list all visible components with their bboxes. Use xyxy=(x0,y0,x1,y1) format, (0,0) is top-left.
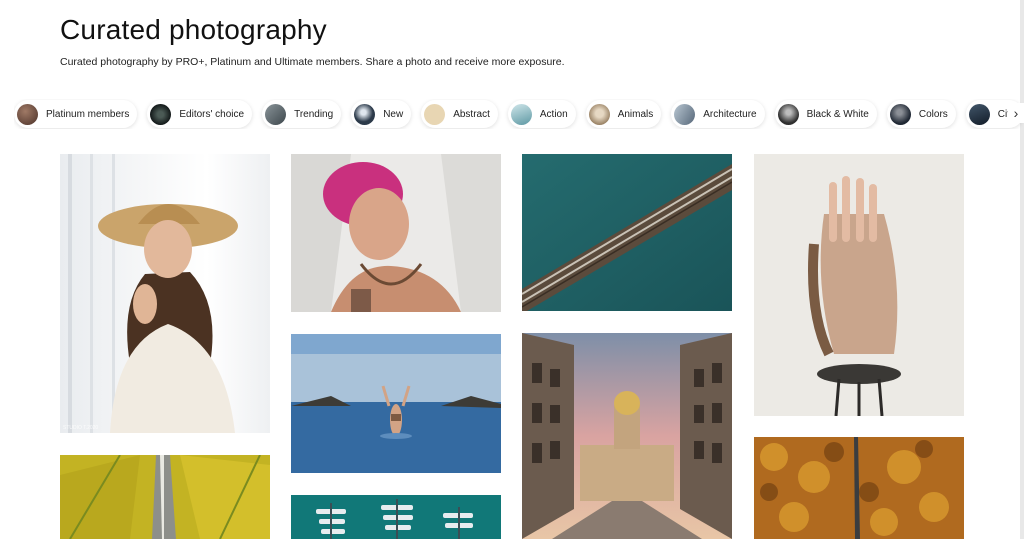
photo-railway-bridge-aerial[interactable] xyxy=(522,154,732,311)
chip-editors-choice[interactable]: Editors' choice xyxy=(147,100,253,128)
animals-avatar xyxy=(588,103,610,125)
vertical-scrollbar[interactable] xyxy=(1020,0,1024,539)
category-chips: Platinum members Editors' choice Trendin… xyxy=(14,99,1024,129)
photo-pink-hair-portrait[interactable] xyxy=(291,154,501,312)
chip-black-white[interactable]: Black & White xyxy=(774,100,877,128)
chip-label: Black & White xyxy=(806,108,869,120)
photo-railway-bridge-aerial-art xyxy=(522,154,732,311)
photo-capitol-building-art xyxy=(522,333,732,539)
photo-woman-in-sea-art xyxy=(291,334,501,473)
chip-new[interactable]: New xyxy=(351,100,412,128)
chip-label: Platinum members xyxy=(46,108,130,120)
chip-action[interactable]: Action xyxy=(507,100,576,128)
photo-capitol-building[interactable] xyxy=(522,333,732,539)
photo-girl-sun-hat[interactable]: STUDIO T.2020 xyxy=(60,154,270,433)
platinum-members-avatar xyxy=(17,103,38,125)
chip-label: Editors' choice xyxy=(179,108,245,120)
photo-paddleboards-aerial-art xyxy=(291,495,501,539)
page-subtitle: Curated photography by PRO+, Platinum an… xyxy=(60,56,565,68)
page-title: Curated photography xyxy=(60,14,327,45)
photo-autumn-forest-road[interactable] xyxy=(754,437,964,539)
architecture-avatar xyxy=(674,103,696,125)
trending-avatar xyxy=(265,103,287,125)
chip-animals[interactable]: Animals xyxy=(585,100,662,128)
city-avatar xyxy=(968,103,990,125)
photo-hands-stool-art-art xyxy=(754,154,964,416)
chip-abstract[interactable]: Abstract xyxy=(421,100,498,128)
chip-colors[interactable]: Colors xyxy=(886,100,956,128)
chip-architecture[interactable]: Architecture xyxy=(671,100,765,128)
chip-label: Trending xyxy=(294,108,334,120)
photo-rapeseed-road[interactable] xyxy=(60,455,270,539)
chip-label: Action xyxy=(539,108,568,120)
photo-girl-sun-hat-art xyxy=(68,154,238,433)
photo-pink-hair-portrait-art xyxy=(291,154,501,312)
photo-autumn-forest-road-art xyxy=(754,437,964,539)
chip-label: Colors xyxy=(918,108,948,120)
action-avatar xyxy=(510,103,532,125)
chip-trending[interactable]: Trending xyxy=(262,100,342,128)
chip-label: New xyxy=(383,108,404,120)
photo-watermark: STUDIO T.2020 xyxy=(63,425,99,431)
editors-choice-avatar xyxy=(150,103,172,125)
abstract-avatar xyxy=(424,103,446,125)
photo-hands-stool-art[interactable] xyxy=(754,154,964,416)
colors-avatar xyxy=(889,103,911,125)
chip-platinum-members[interactable]: Platinum members xyxy=(14,100,138,128)
chip-label: Architecture xyxy=(703,108,757,120)
photo-paddleboards-aerial[interactable] xyxy=(291,495,501,539)
new-avatar xyxy=(354,103,376,125)
photo-woman-in-sea[interactable] xyxy=(291,334,501,473)
chip-label: Animals xyxy=(617,108,654,120)
photo-rapeseed-road-art xyxy=(60,455,270,539)
chevron-right-icon[interactable]: › xyxy=(1008,103,1024,123)
black-white-avatar xyxy=(777,103,799,125)
chip-label: Abstract xyxy=(453,108,490,120)
